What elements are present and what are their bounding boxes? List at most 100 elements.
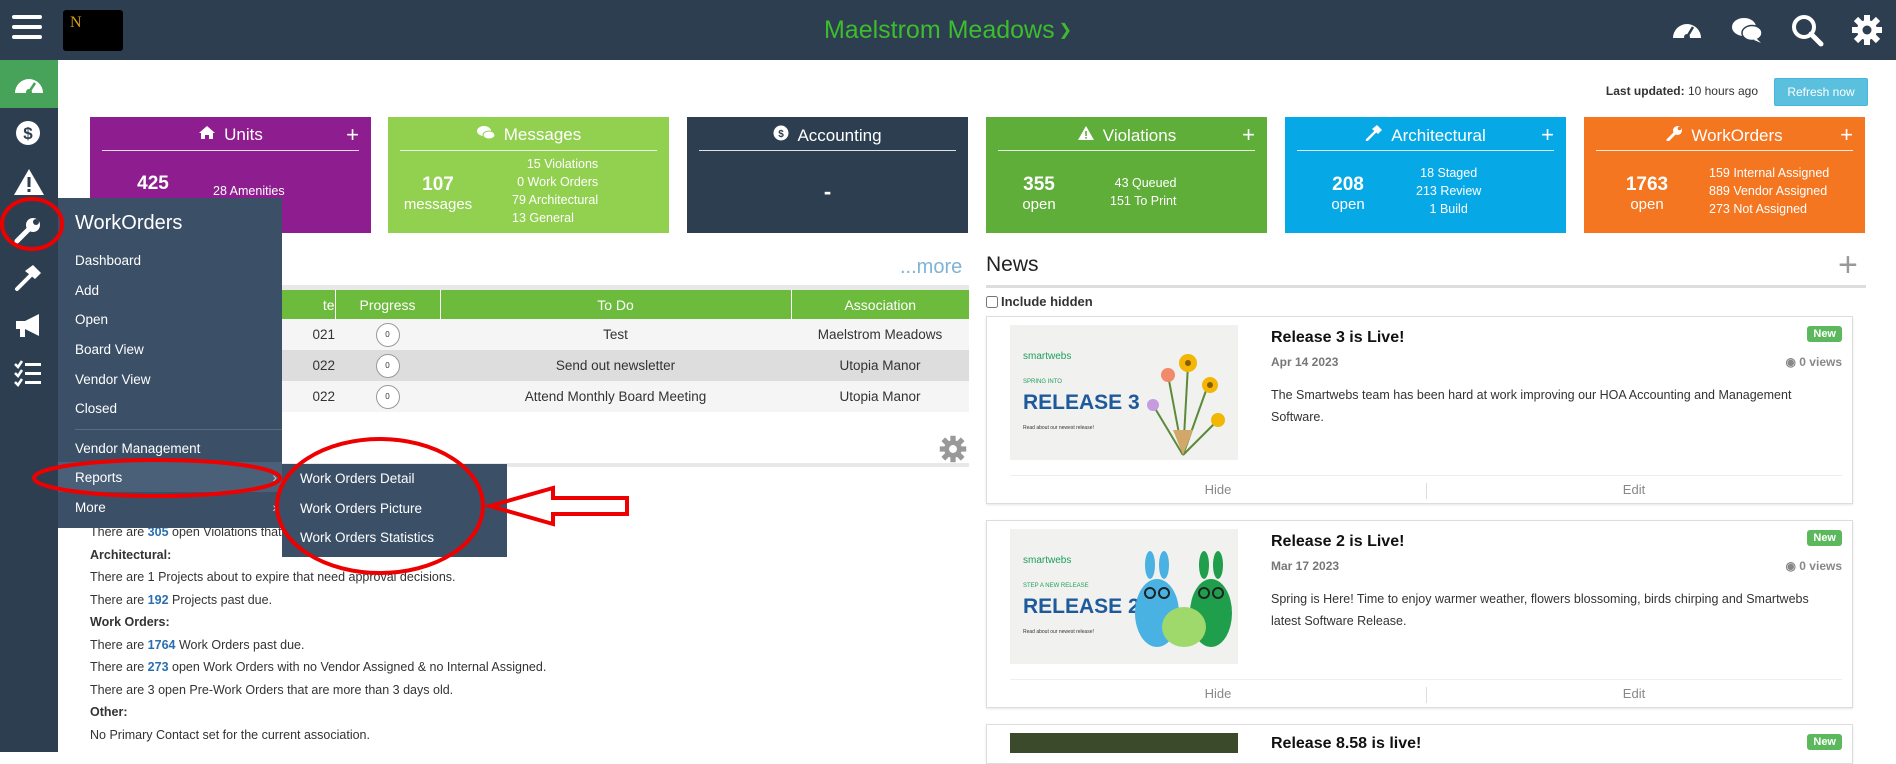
architectural-label: open xyxy=(1331,196,1365,213)
sidebar-item-accounting[interactable]: $ xyxy=(0,108,58,156)
menu-item-work-orders-statistics[interactable]: Work Orders Statistics xyxy=(300,530,434,545)
alert-text: open Work Orders with no Vendor Assigned… xyxy=(168,660,547,674)
image-sub: SPRING INTO xyxy=(1023,379,1062,385)
violations-line: 151 To Print xyxy=(1110,194,1177,208)
sidebar-item-violations[interactable] xyxy=(0,156,58,204)
menu-item-add[interactable]: Add xyxy=(75,283,99,298)
task-progress: 0 xyxy=(335,319,440,350)
flower-bouquet-image xyxy=(1147,354,1225,456)
views-count: 0 views xyxy=(1799,355,1842,369)
tile-messages-title: Messages xyxy=(503,125,582,144)
menu-item-reports[interactable]: Reports xyxy=(75,470,122,485)
edit-button[interactable]: Edit xyxy=(1426,686,1842,701)
alert-text: Work Orders past due. xyxy=(175,637,305,652)
dollar-icon: $ xyxy=(773,125,789,141)
news-card-title[interactable]: Release 8.58 is live! xyxy=(1271,735,1421,753)
association-selector[interactable]: Maelstrom Meadows ❯ xyxy=(0,16,1896,45)
workorders-line: 273 Not Assigned xyxy=(1709,202,1807,216)
news-image[interactable]: smartwebs STEP A NEW RELEASE RELEASE 2 R… xyxy=(1010,529,1238,664)
col-todo[interactable]: To Do xyxy=(440,290,792,319)
workorders-past-due-link[interactable]: 1764 xyxy=(148,638,176,652)
news-image[interactable]: smartwebs SPRING INTO RELEASE 3 Read abo… xyxy=(1010,325,1238,460)
hammer-icon xyxy=(15,265,41,291)
search-icon[interactable] xyxy=(1790,13,1824,47)
tile-accounting[interactable]: $ Accounting - xyxy=(687,117,968,233)
sidebar-item-architectural[interactable] xyxy=(0,252,58,300)
chat-icon xyxy=(476,126,496,140)
dashboard-icon[interactable] xyxy=(1670,13,1704,47)
hide-button[interactable]: Hide xyxy=(1010,686,1426,701)
sidebar-item-dashboard[interactable] xyxy=(0,60,58,108)
wrench-icon xyxy=(14,218,40,244)
menu-item-open[interactable]: Open xyxy=(75,312,108,327)
alert-line: There are 3 open Pre-Work Orders that ar… xyxy=(90,682,454,697)
gear-icon[interactable] xyxy=(938,434,968,464)
menu-item-vendor-view[interactable]: Vendor View xyxy=(75,372,151,387)
alert-line: There are 1 Projects about to expire tha… xyxy=(90,570,456,584)
workorders-flyout-menu: WorkOrders Dashboard Add Open Board View… xyxy=(58,198,282,528)
news-card-title[interactable]: Release 2 is Live! xyxy=(1271,533,1404,551)
add-workorder-button[interactable]: + xyxy=(1840,123,1853,147)
include-hidden-checkbox[interactable]: Include hidden xyxy=(986,294,1093,309)
menu-item-vendor-management[interactable]: Vendor Management xyxy=(75,441,200,456)
refresh-button[interactable]: Refresh now xyxy=(1774,78,1868,106)
add-news-button[interactable]: + xyxy=(1838,248,1858,282)
violations-label: open xyxy=(1022,196,1056,213)
tile-architectural[interactable]: Architectural + 208 open 18 Staged 213 Re… xyxy=(1285,117,1566,233)
new-badge: New xyxy=(1807,734,1842,750)
projects-link[interactable]: 192 xyxy=(148,593,169,607)
menu-item-work-orders-picture[interactable]: Work Orders Picture xyxy=(300,501,422,516)
tasks-more-link[interactable]: ...more xyxy=(900,256,962,279)
annotation-arrow xyxy=(482,485,629,527)
last-updated-label: Last updated: xyxy=(1605,84,1685,98)
unassigned-workorders-link[interactable]: 273 xyxy=(148,660,169,674)
tile-workorders-title: WorkOrders xyxy=(1691,126,1783,145)
progress-circle: 0 xyxy=(375,322,400,347)
sidebar-item-announcements[interactable] xyxy=(0,300,58,348)
sidebar-item-workorders[interactable] xyxy=(0,204,58,252)
messages-line: 0 Work Orders xyxy=(517,175,599,189)
eye-icon: ◉ xyxy=(1785,355,1796,369)
menu-item-more[interactable]: More xyxy=(75,500,106,515)
image-read: Read about our newest release! xyxy=(1023,629,1094,635)
tile-messages[interactable]: Messages 107 messages 15 Violations 0 Wor… xyxy=(388,117,669,233)
sidebar: $ xyxy=(0,60,58,752)
reports-submenu: Work Orders Detail Work Orders Picture W… xyxy=(282,464,507,557)
add-unit-button[interactable]: + xyxy=(346,123,359,147)
alert-text: There are xyxy=(90,660,148,674)
news-card-date: Mar 17 2023 xyxy=(1271,559,1340,573)
menu-item-board-view[interactable]: Board View xyxy=(75,342,144,357)
news-card-title[interactable]: Release 3 is Live! xyxy=(1271,329,1404,347)
add-violation-button[interactable]: + xyxy=(1242,123,1255,147)
task-todo: Test xyxy=(440,319,791,350)
gear-icon[interactable] xyxy=(1850,13,1884,47)
messages-label: messages xyxy=(403,196,473,213)
edit-button[interactable]: Edit xyxy=(1426,482,1842,497)
add-architectural-button[interactable]: + xyxy=(1541,123,1554,147)
include-hidden-input[interactable] xyxy=(986,296,998,308)
chevron-right-icon: › xyxy=(272,499,277,515)
col-progress[interactable]: Progress xyxy=(335,290,441,319)
menu-item-dashboard[interactable]: Dashboard xyxy=(75,253,141,268)
messages-line: 79 Architectural xyxy=(512,193,599,207)
hide-button[interactable]: Hide xyxy=(1010,482,1426,497)
include-hidden-label: Include hidden xyxy=(1001,294,1093,309)
divider xyxy=(986,285,1866,288)
sidebar-item-tasks[interactable] xyxy=(0,348,58,396)
tile-violations[interactable]: Violations + 355 open 43 Queued 151 To Pr… xyxy=(986,117,1267,233)
tile-units-title: Units xyxy=(224,125,263,144)
menu-item-work-orders-detail[interactable]: Work Orders Detail xyxy=(300,471,415,486)
alert-text: There are xyxy=(90,637,148,652)
task-progress: 0 xyxy=(335,350,440,381)
news-card: smartwebs STEP A NEW RELEASE RELEASE 2 R… xyxy=(986,520,1853,708)
menu-item-closed[interactable]: Closed xyxy=(75,401,117,416)
architectural-line: 213 Review xyxy=(1416,184,1482,198)
news-card: Release 8.58 is live! New xyxy=(986,724,1853,764)
tile-workorders[interactable]: WorkOrders + 1763 open 159 Internal Assig… xyxy=(1584,117,1865,233)
chat-icon[interactable] xyxy=(1730,13,1764,47)
task-todo: Attend Monthly Board Meeting xyxy=(440,381,791,412)
news-image[interactable] xyxy=(1010,733,1238,753)
svg-text:$: $ xyxy=(779,129,785,140)
image-release: RELEASE 2 xyxy=(1023,595,1140,618)
col-association[interactable]: Association xyxy=(791,290,969,319)
